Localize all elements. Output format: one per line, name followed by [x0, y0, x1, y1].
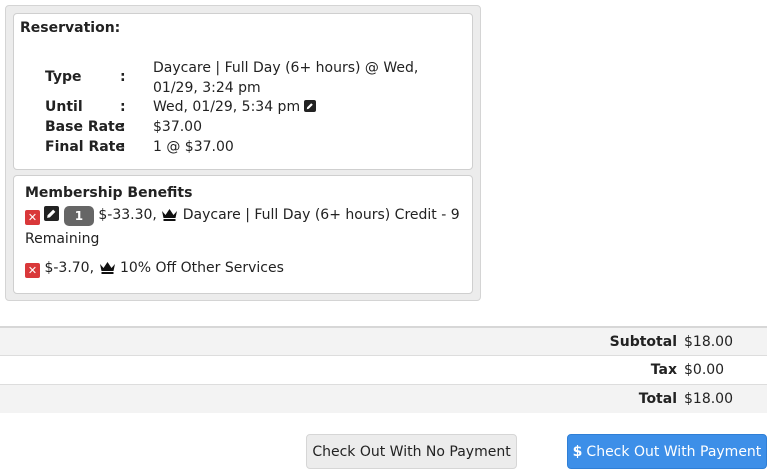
- subtotal-label: Subtotal: [609, 334, 677, 350]
- base-rate-label: Base Rate: [45, 119, 125, 135]
- benefit-amount: $-3.70,: [44, 260, 95, 276]
- benefit-description-cont: Remaining: [25, 231, 100, 247]
- close-icon[interactable]: ✕: [25, 263, 40, 278]
- subtotal-row: Subtotal $18.00: [0, 326, 767, 355]
- base-rate-value: $37.00: [153, 119, 202, 135]
- type-colon: :: [120, 69, 126, 85]
- close-icon[interactable]: ✕: [25, 210, 40, 225]
- subtotal-value: $18.00: [684, 334, 733, 350]
- totals-table: Subtotal $18.00 Tax $0.00 Total $18.00: [0, 326, 767, 413]
- until-row: Wed, 01/29, 5:34 pm: [153, 97, 463, 117]
- checkout-no-payment-button[interactable]: Check Out With No Payment: [306, 434, 517, 469]
- benefit-amount: $-33.30,: [98, 207, 157, 223]
- crown-icon: [161, 206, 178, 228]
- crown-icon: [99, 259, 116, 281]
- reservation-panel: Reservation: Type : Daycare | Full Day (…: [5, 5, 481, 301]
- membership-title: Membership Benefits: [25, 185, 193, 201]
- edit-icon[interactable]: [304, 100, 317, 112]
- final-rate-label: Final Rate: [45, 139, 125, 155]
- tax-row: Tax $0.00: [0, 355, 767, 384]
- edit-icon[interactable]: [44, 206, 60, 221]
- tax-value: $0.00: [684, 362, 725, 378]
- final-rate-value: 1 @ $37.00: [153, 139, 234, 155]
- total-value: $18.00: [684, 391, 733, 407]
- dollar-icon: $: [572, 443, 583, 460]
- checkout-with-payment-button[interactable]: $ Check Out With Payment: [567, 434, 767, 469]
- until-value: Wed, 01/29, 5:34 pm: [153, 99, 301, 115]
- reservation-card: Reservation: Type : Daycare | Full Day (…: [13, 13, 473, 170]
- base-rate-colon: :: [120, 119, 126, 135]
- benefit-item: ✕ 1 $-33.30, Daycare | Full Day (6+ hour…: [25, 204, 460, 228]
- total-label: Total: [638, 391, 677, 407]
- checkout-with-payment-label: Check Out With Payment: [586, 443, 762, 460]
- until-colon: :: [120, 99, 126, 115]
- tax-label: Tax: [650, 362, 677, 378]
- reservation-title: Reservation:: [20, 20, 121, 36]
- type-value: Daycare | Full Day (6+ hours) @ Wed, 01/…: [153, 60, 419, 96]
- total-row: Total $18.00: [0, 384, 767, 413]
- benefit-item: ✕ $-3.70, 10% Off Other Services: [25, 257, 284, 281]
- benefit-description: 10% Off Other Services: [119, 260, 284, 276]
- until-label: Until: [45, 99, 83, 115]
- benefit-count-badge: 1: [63, 206, 94, 226]
- benefit-description: Daycare | Full Day (6+ hours) Credit - 9: [182, 207, 460, 223]
- type-label: Type: [45, 69, 82, 85]
- membership-card: Membership Benefits ✕ 1 $-33.30, Daycare…: [13, 175, 473, 294]
- final-rate-colon: :: [120, 139, 126, 155]
